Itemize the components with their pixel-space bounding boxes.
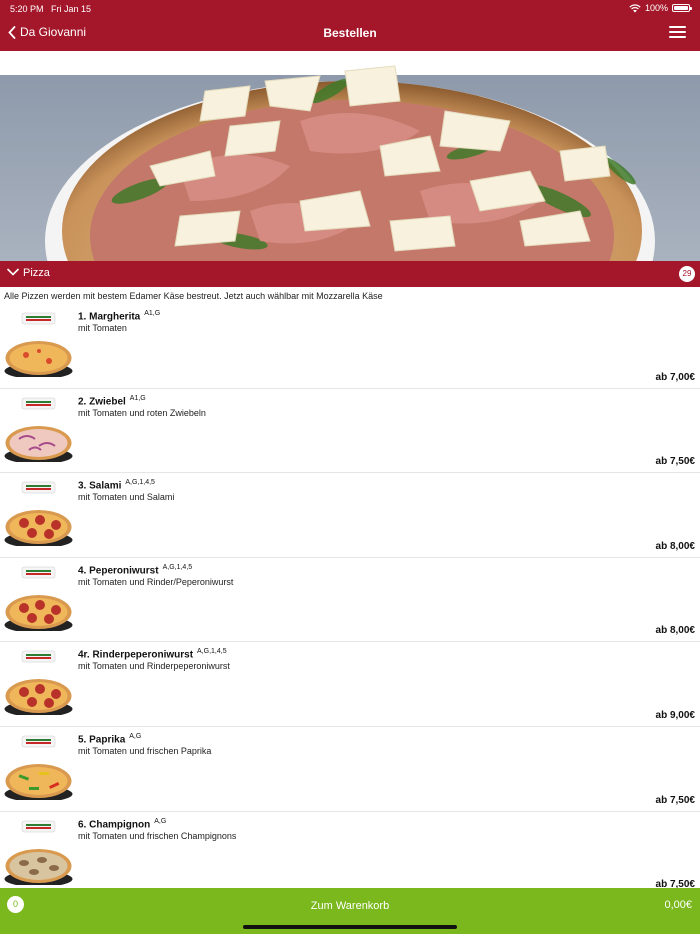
hero-image <box>0 51 700 261</box>
pizza-thumbnail <box>4 562 73 633</box>
item-description: mit Tomaten und frischen Paprika <box>78 745 212 756</box>
cart-button-label: Zum Warenkorb <box>310 900 390 912</box>
item-price: ab 9,00€ <box>655 709 695 721</box>
nav-bar: Da Giovanni Bestellen <box>0 16 700 51</box>
item-price: ab 7,00€ <box>655 371 695 383</box>
item-allergens: A1,G <box>129 394 146 402</box>
pizza-thumbnail <box>4 731 73 802</box>
item-name: 1. Margherita <box>78 311 141 323</box>
cart-bar[interactable]: 0 Zum Warenkorb 0,00€ <box>0 888 700 934</box>
category-header-pizza[interactable]: Pizza 29 <box>0 261 700 287</box>
category-count-badge: 29 <box>679 266 695 282</box>
menu-item[interactable]: 1. Margherita A1,G mit Tomaten ab 7,00€ <box>0 304 700 389</box>
pizza-thumbnail <box>4 309 73 379</box>
item-description: mit Tomaten und Rinder/Peperoniwurst <box>78 576 234 587</box>
item-price: ab 7,50€ <box>655 456 695 468</box>
item-title: 1. Margherita A1,G <box>78 310 160 322</box>
menu-item[interactable]: 5. Paprika A,G mit Tomaten und frischen Pa… <box>0 727 700 812</box>
item-name: 5. Paprika <box>78 734 126 746</box>
item-name: 4r. Rinderpeperoniwurst <box>78 649 194 661</box>
status-right: 100% <box>629 3 692 13</box>
item-title: 4. Peperoniwurst A,G,1,4,5 <box>78 564 192 576</box>
menu-item[interactable]: 4r. Rinderpeperoniwurst A,G,1,4,5 mit Toma… <box>0 642 700 727</box>
item-name: 4. Peperoniwurst <box>78 565 159 577</box>
item-title: 2. Zwiebel A1,G <box>78 395 146 407</box>
menu-item[interactable]: 3. Salami A,G,1,4,5 mit Tomaten und Salami… <box>0 473 700 558</box>
item-allergens: A,G,1,4,5 <box>162 563 193 571</box>
item-name: 6. Champignon <box>78 818 151 830</box>
item-allergens: A,G <box>129 732 142 740</box>
pizza-thumbnail <box>4 478 73 549</box>
item-title: 3. Salami A,G,1,4,5 <box>78 479 155 491</box>
status-time: 5:20 PM Fri Jan 15 <box>10 4 92 14</box>
wifi-icon <box>629 3 641 12</box>
status-bar: 5:20 PM Fri Jan 15 100% <box>0 0 700 16</box>
item-name: 2. Zwiebel <box>78 395 126 407</box>
category-note: Alle Pizzen werden mit bestem Edamer Käs… <box>4 291 383 301</box>
page-title: Bestellen <box>323 26 377 40</box>
menu-item[interactable]: 6. Champignon A,G mit Tomaten und frischen… <box>0 812 700 897</box>
cart-total: 0,00€ <box>664 899 692 911</box>
app-header: 5:20 PM Fri Jan 15 100% Da Giovanni Best… <box>0 0 700 51</box>
item-title: 4r. Rinderpeperoniwurst A,G,1,4,5 <box>78 648 227 660</box>
hamburger-menu-icon[interactable] <box>669 26 686 40</box>
pizza-thumbnail <box>4 393 73 464</box>
item-description: mit Tomaten <box>78 323 127 333</box>
item-price: ab 8,00€ <box>655 540 695 552</box>
item-description: mit Tomaten und frischen Champignons <box>78 830 237 841</box>
item-title: 6. Champignon A,G <box>78 818 166 830</box>
item-name: 3. Salami <box>78 480 122 492</box>
battery-percent: 100% <box>644 3 668 13</box>
pizza-thumbnail <box>4 816 73 887</box>
menu-item[interactable]: 2. Zwiebel A1,G mit Tomaten und roten Zwie… <box>0 389 700 474</box>
home-indicator[interactable] <box>243 925 457 929</box>
item-description: mit Tomaten und roten Zwiebeln <box>78 407 206 418</box>
chevron-down-icon <box>7 268 19 276</box>
item-description: mit Tomaten und Salami <box>78 492 175 503</box>
item-allergens: A,G <box>154 817 167 825</box>
item-title: 5. Paprika A,G <box>78 733 141 745</box>
menu-item-list: 1. Margherita A1,G mit Tomaten ab 7,00€ 2. Z… <box>0 304 700 897</box>
menu-item[interactable]: 4. Peperoniwurst A,G,1,4,5 mit Tomaten und… <box>0 558 700 643</box>
item-allergens: A,G,1,4,5 <box>125 479 155 487</box>
pizza-photo <box>45 65 655 261</box>
item-price: ab 7,50€ <box>655 794 695 806</box>
item-price: ab 8,00€ <box>655 625 695 637</box>
item-allergens: A,G,1,4,5 <box>197 648 227 656</box>
item-description: mit Tomaten und Rinderpeperoniwurst <box>78 661 230 672</box>
item-allergens: A1,G <box>144 310 161 317</box>
pizza-thumbnail <box>4 647 73 718</box>
battery-icon <box>672 4 692 12</box>
category-label: Pizza <box>23 267 50 279</box>
